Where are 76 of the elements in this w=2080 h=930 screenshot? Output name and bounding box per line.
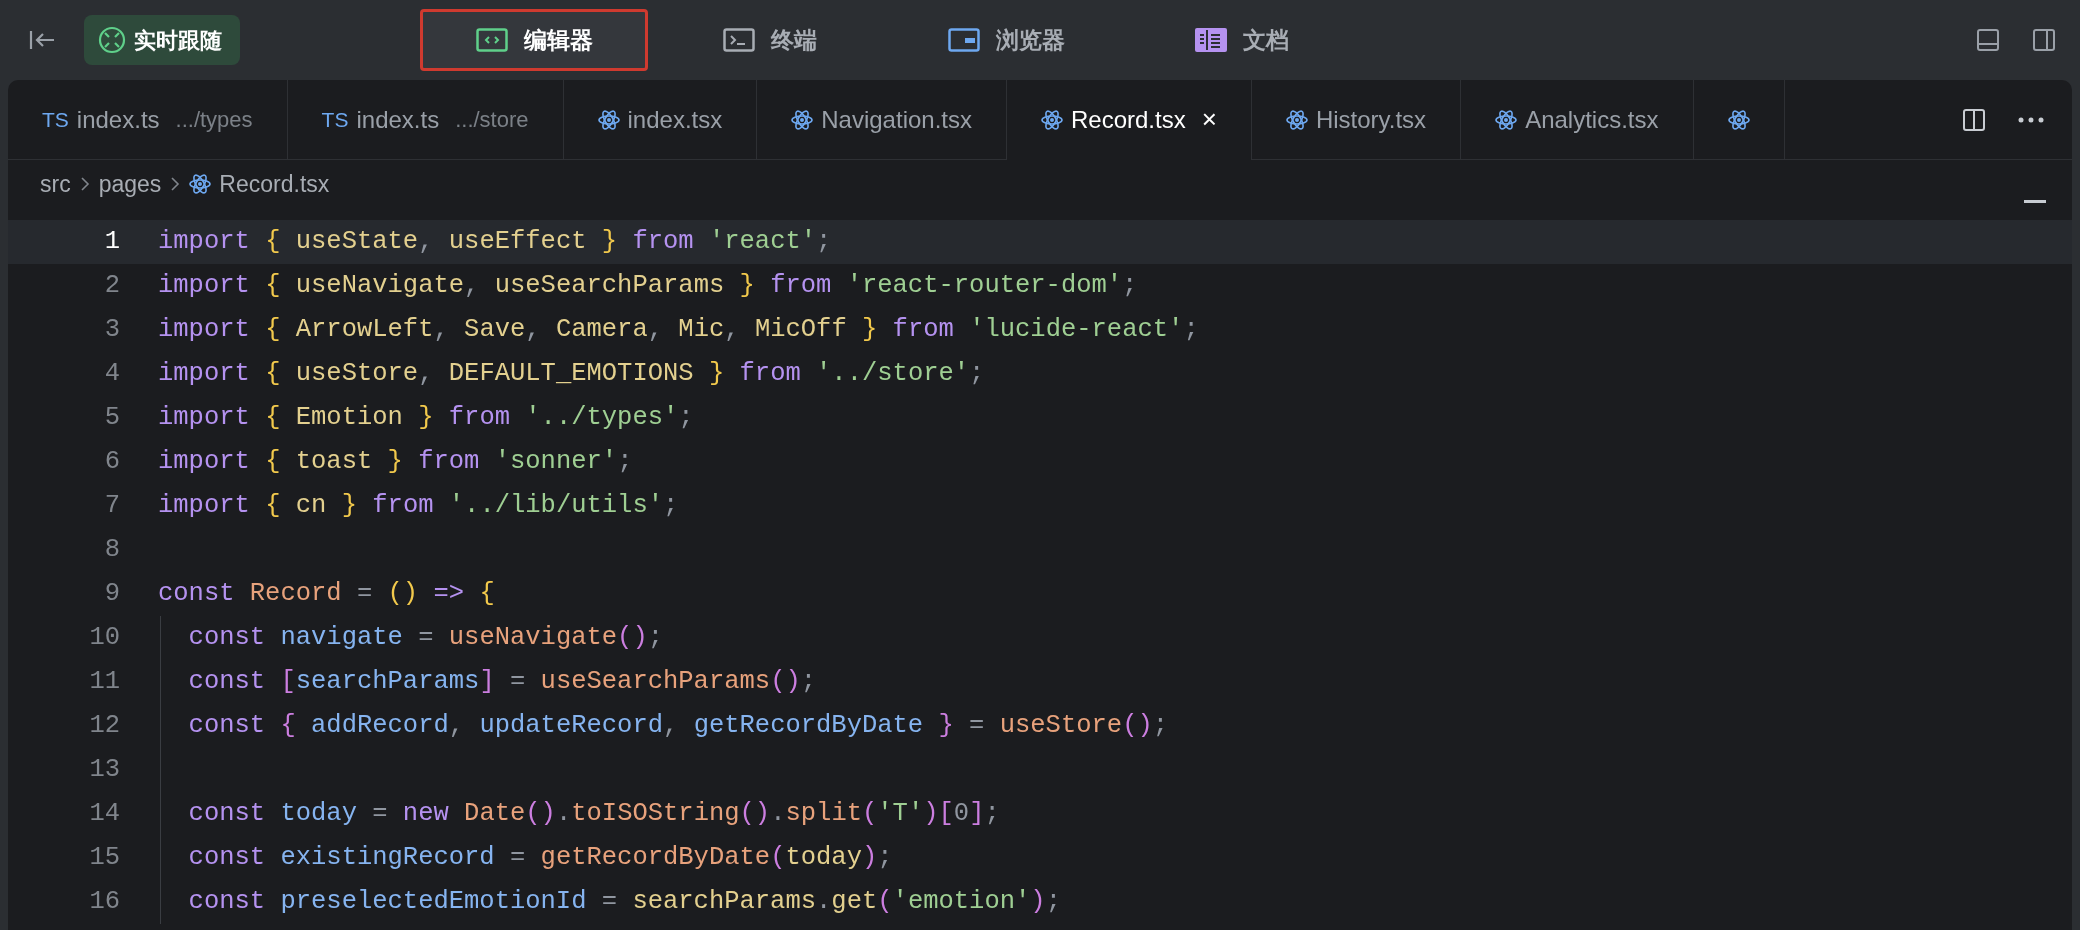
breadcrumb-item[interactable]: src [40,166,71,202]
code-line: import { useNavigate, useSearchParams } from 'react-router-dom'; [157,270,1138,302]
view-tab[interactable]: 文档 [1128,9,1356,71]
tab-path-hint: .../types [175,106,253,134]
side-panel-icon [2032,28,2056,52]
view-tab[interactable]: 编辑器 [420,9,648,71]
tab-label: index.ts [76,104,160,135]
tab-label: index.ts [356,104,440,135]
typescript-label: TS [42,106,69,133]
window-icon [947,28,980,52]
file-tab[interactable]: History.tsx [1251,80,1462,160]
code-line: import { useStore, DEFAULT_EMOTIONS } from '../store'; [157,358,985,390]
code-line: import { ArrowLeft, Save, Camera, Mic, MicOff } from 'lucide-react'; [157,314,1199,346]
tab-label: Record.tsx [1071,104,1186,135]
file-tab[interactable]: TS index.ts .../types [8,80,288,160]
code-line: const navigate = useNavigate(); [187,622,664,654]
follow-button[interactable]: 实时跟随 [84,15,240,65]
code-line: const today = new Date().toISOString().split('T')[0]; [187,798,1000,830]
line-number: 16 [88,886,120,918]
code-line: const [searchParams] = useSearchParams(); [187,666,817,698]
file-tab[interactable]: Analytics.tsx [1461,80,1694,160]
line-number: 11 [88,666,120,698]
terminal-icon [723,28,755,52]
atom-icon [1285,108,1308,131]
chevron-right-icon [78,175,91,193]
more-icon [2018,116,2044,123]
atom-icon [1495,108,1518,131]
line-number: 12 [88,710,120,742]
tab-label: Navigation.tsx [821,104,972,135]
atom-icon [791,108,814,131]
tab-label: index.tsx [627,104,723,135]
minimap-marker [2024,200,2046,203]
line-number: 5 [103,402,120,434]
code-line: import { toast } from 'sonner'; [157,446,633,478]
collapse-left-icon [28,28,56,52]
chevron-right-icon [169,175,182,193]
line-number: 7 [103,490,120,522]
bottom-panel-icon [1976,28,2000,52]
tab-path-hint: .../store [455,106,529,134]
code-line: import { Emotion } from '../types'; [157,402,694,434]
atom-icon [597,108,620,131]
line-number: 10 [88,622,120,654]
line-number: 13 [88,754,120,786]
typescript-label: TS [321,106,349,133]
atom-icon [189,173,212,195]
crosshair-icon [98,26,126,54]
file-tab[interactable]: index.tsx [563,80,758,160]
atom-icon [1041,108,1063,131]
breadcrumb-item[interactable]: Record.tsx [219,166,330,202]
close-tab-icon[interactable]: × [1201,100,1217,139]
code-line: const existingRecord = getRecordByDate(today); [187,842,893,874]
view-tab[interactable]: 终端 [656,9,884,71]
code-line: const preselectedEmotionId = searchParams.get('emotion'); [187,886,1061,918]
code-line: import { cn } from '../lib/utils'; [157,490,679,522]
split-view-icon [1962,107,1986,132]
line-number: 15 [88,842,120,874]
line-number: 8 [103,534,120,566]
file-tab[interactable]: TS index.ts .../store [287,80,564,160]
atom-icon [1727,108,1750,131]
file-tab[interactable]: Record.tsx × [1007,80,1252,160]
code-line: import { useState, useEffect } from 'react'; [157,226,832,258]
line-number: 1 [103,226,120,258]
view-tab[interactable]: 浏览器 [892,9,1120,71]
line-number: 3 [103,314,120,346]
line-number: 4 [103,358,120,390]
code-window-icon [475,28,508,52]
code-line: const { addRecord, updateRecord, getRecordByDate } = useStore(); [187,710,1169,742]
tab-label: History.tsx [1315,104,1427,135]
line-number: 2 [103,270,120,302]
tab-label: Analytics.tsx [1525,104,1659,135]
line-number: 14 [88,798,120,830]
line-number: 6 [103,446,120,478]
book-icon [1195,28,1227,52]
code-line: const Record = () => { [157,578,495,610]
line-number: 9 [103,578,120,610]
breadcrumb-item[interactable]: pages [98,166,162,202]
